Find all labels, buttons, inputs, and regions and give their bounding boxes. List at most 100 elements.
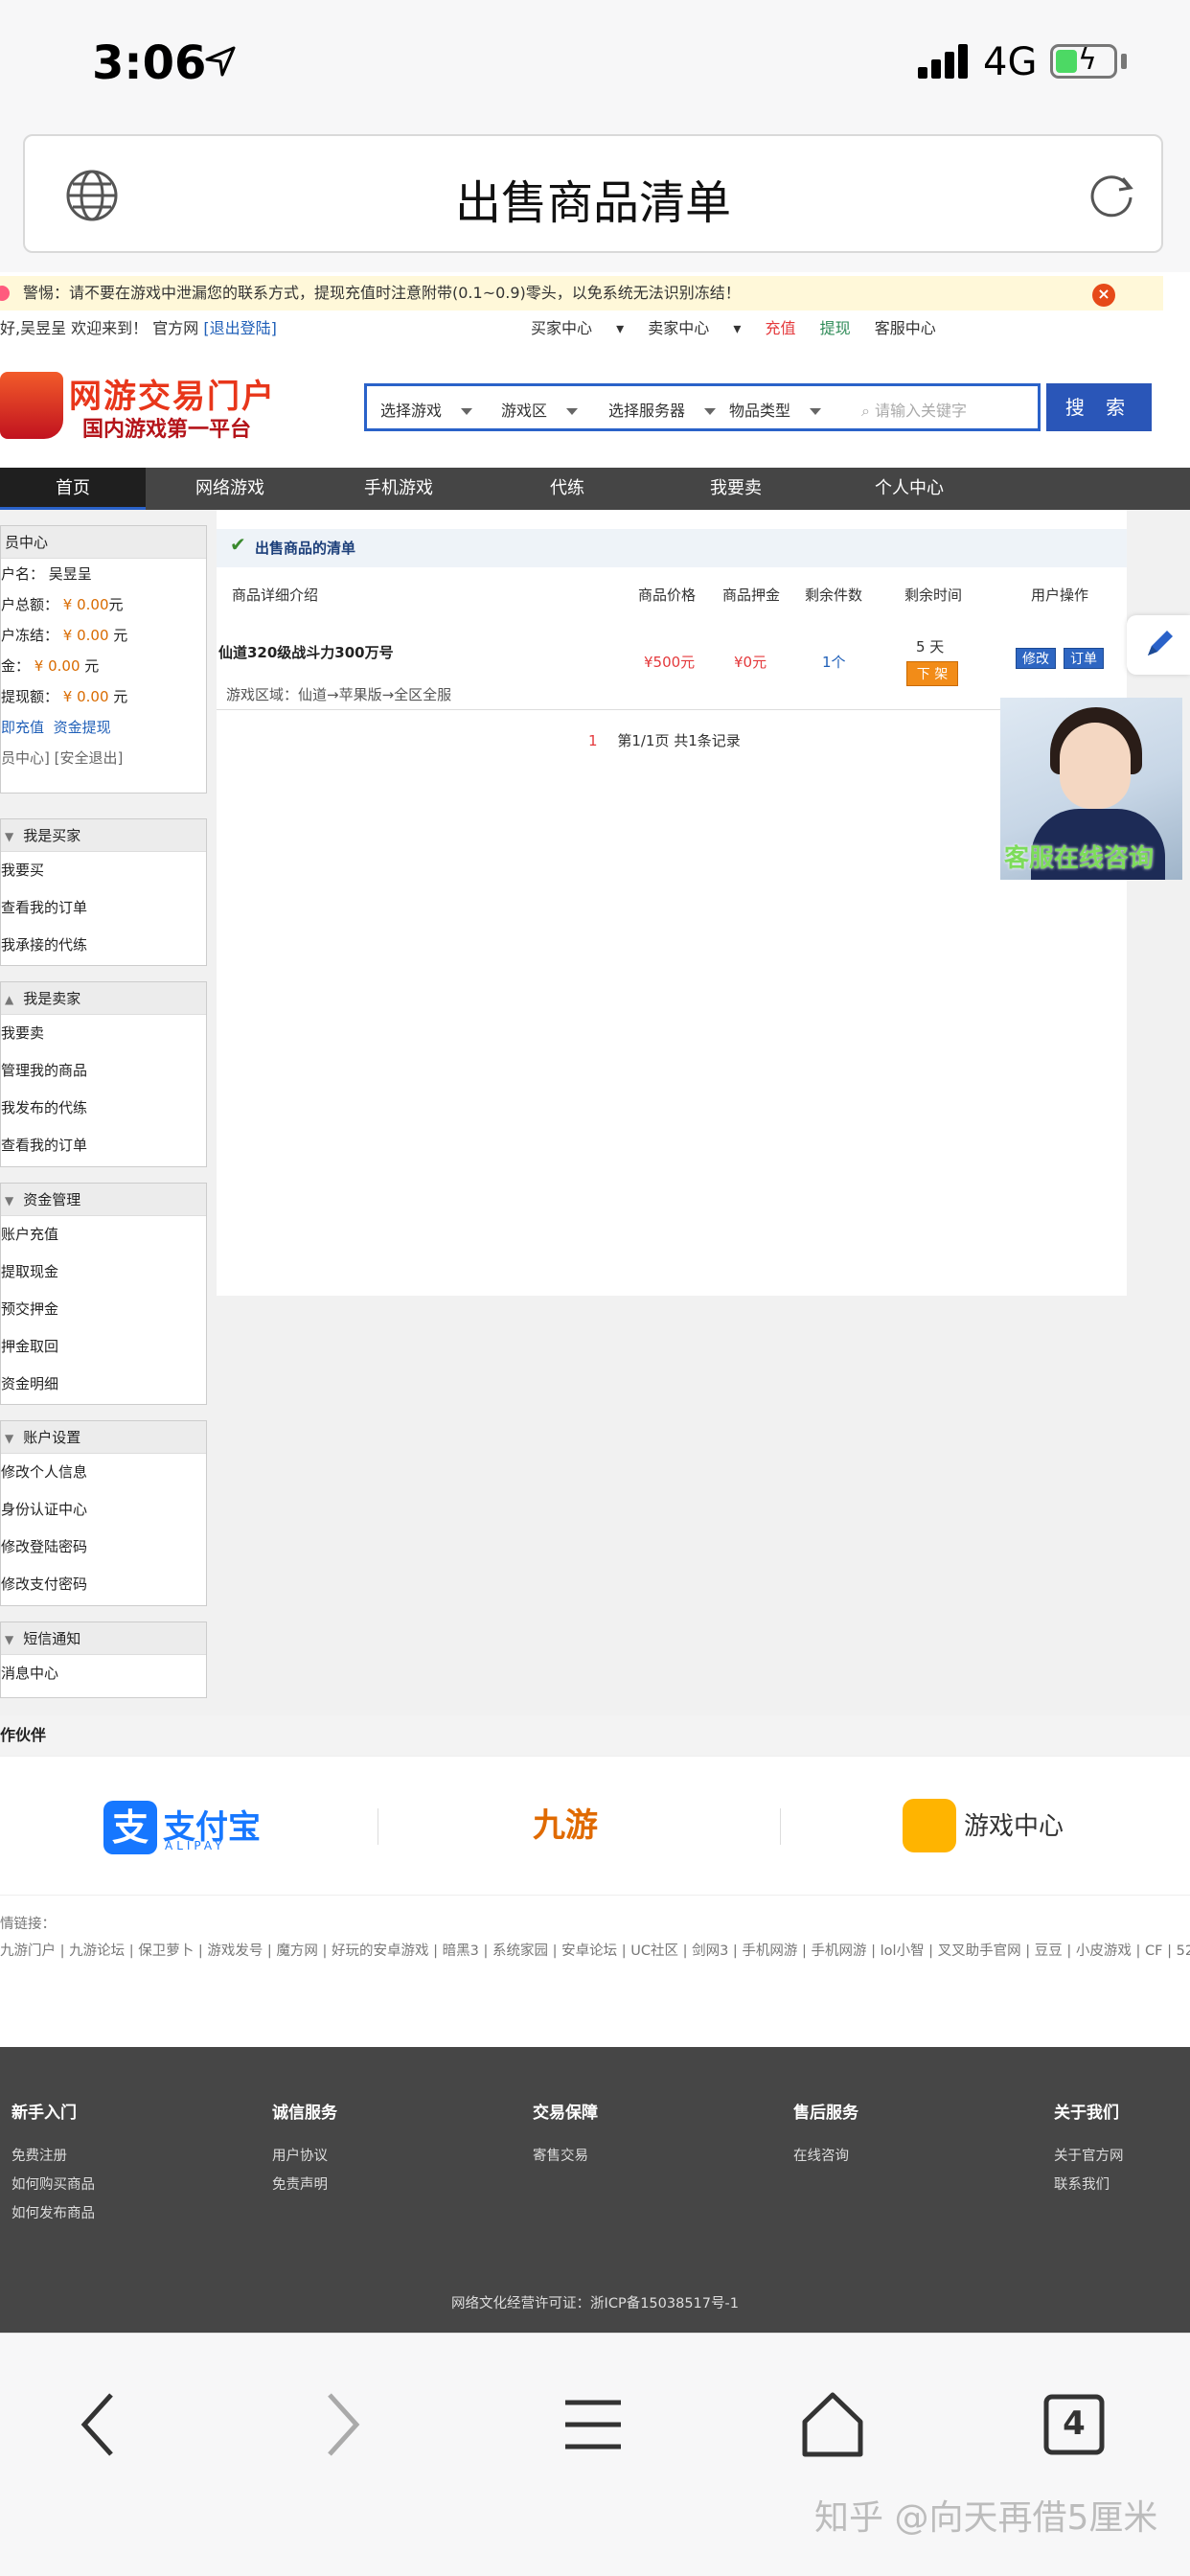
sidebar-item-pay-password[interactable]: 修改支付密码: [1, 1566, 206, 1603]
seller-panel-title[interactable]: ▲ 我是卖家: [1, 982, 206, 1015]
buyer-panel-title[interactable]: ▼ 我是买家: [1, 819, 206, 852]
instant-recharge-link[interactable]: 即充值: [1, 719, 44, 736]
footer-link[interactable]: 用户协议: [272, 2142, 337, 2171]
friend-link[interactable]: 魔方网: [276, 1944, 318, 1959]
footer-link[interactable]: 寄售交易: [533, 2142, 598, 2171]
nav-mobile-games[interactable]: 手机游戏: [314, 468, 483, 510]
friend-link[interactable]: UC社区: [630, 1944, 678, 1959]
sms-panel-title[interactable]: ▼ 短信通知: [1, 1622, 206, 1655]
funds-panel-title[interactable]: ▼ 资金管理: [1, 1184, 206, 1216]
friend-link[interactable]: 手机网游: [742, 1944, 797, 1959]
sidebar-item-message-center[interactable]: 消息中心: [1, 1655, 206, 1692]
member-center-link[interactable]: 员中心]: [1, 749, 50, 767]
nav-online-games[interactable]: 网络游戏: [146, 468, 314, 510]
withdraw-link[interactable]: 提现: [820, 319, 851, 337]
reload-icon[interactable]: [1085, 169, 1138, 222]
friend-link[interactable]: 游戏发号: [207, 1944, 263, 1959]
sidebar-item-withdraw-cash[interactable]: 提取现金: [1, 1254, 206, 1291]
fund-withdraw-link[interactable]: 资金提现: [54, 719, 111, 736]
footer-link[interactable]: 如何发布商品: [11, 2199, 95, 2228]
game-select[interactable]: 选择游戏: [380, 398, 473, 421]
back-icon[interactable]: [56, 2381, 142, 2468]
logout-link[interactable]: [退出登陆]: [203, 319, 277, 337]
site-logo[interactable]: 网游交易门户 国内游戏第一平台: [0, 364, 287, 447]
tabs-button[interactable]: 4: [1031, 2381, 1117, 2468]
friend-link[interactable]: 系统家园: [492, 1944, 548, 1959]
battery-tip: [1121, 54, 1127, 69]
recharge-link[interactable]: 充值: [765, 319, 795, 337]
goods-name[interactable]: 仙道320级战斗力300万号: [218, 642, 394, 662]
friend-link[interactable]: 好玩的安卓游戏: [332, 1944, 429, 1959]
sidebar-item-my-boosting[interactable]: 我承接的代练: [1, 927, 206, 964]
sidebar-item-published-boosting[interactable]: 我发布的代练: [1, 1090, 206, 1127]
sidebar-item-prepay-deposit[interactable]: 预交押金: [1, 1291, 206, 1328]
nav-sell[interactable]: 我要卖: [652, 468, 820, 510]
jiuyou-logo[interactable]: 九游: [533, 1799, 598, 1846]
sidebar-item-seller-orders[interactable]: 查看我的订单: [1, 1127, 206, 1164]
close-icon[interactable]: ×: [1092, 284, 1115, 307]
collapse-icon: ▼: [5, 830, 14, 843]
footer-link[interactable]: 关于官方网: [1054, 2142, 1124, 2171]
sidebar-item-my-orders[interactable]: 查看我的订单: [1, 889, 206, 927]
home-icon[interactable]: [790, 2381, 876, 2468]
nav-home[interactable]: 首页: [0, 468, 146, 510]
sidebar: 员中心 户名： 吴昱呈 户总额： ¥ 0.00元 户冻结： ¥ 0.00 元 金…: [0, 510, 215, 1715]
friend-link[interactable]: 保卫萝卜: [138, 1944, 194, 1959]
sidebar-item-buy[interactable]: 我要买: [1, 852, 206, 889]
safe-logout-link[interactable]: [安全退出]: [55, 749, 124, 767]
link-separator: |: [478, 1944, 492, 1959]
server-select[interactable]: 选择服务器: [608, 398, 717, 421]
friend-link[interactable]: 九游门户: [0, 1944, 56, 1959]
sidebar-item-fund-details[interactable]: 资金明细: [1, 1366, 206, 1403]
customer-service-label: 客服在线咨询: [1004, 844, 1155, 873]
friend-link[interactable]: 剑网3: [692, 1944, 728, 1959]
friend-link[interactable]: 小皮游戏: [1076, 1944, 1132, 1959]
buyer-center-menu[interactable]: 买家中心 ▾: [531, 319, 624, 337]
fund-links-row: 即充值 资金提现: [1, 712, 206, 743]
off-shelf-button[interactable]: 下 架: [906, 661, 958, 686]
footer-link[interactable]: 在线咨询: [793, 2142, 858, 2171]
pencil-icon: [1148, 631, 1173, 656]
sidebar-item-edit-profile[interactable]: 修改个人信息: [1, 1454, 206, 1491]
friend-link[interactable]: 叉叉助手官网: [938, 1944, 1021, 1959]
service-center-link[interactable]: 客服中心: [875, 319, 936, 337]
edit-float-button[interactable]: [1127, 615, 1190, 675]
nav-boosting[interactable]: 代练: [483, 468, 652, 510]
footer-link[interactable]: 免费注册: [11, 2142, 95, 2171]
friend-link[interactable]: 九游论坛: [69, 1944, 125, 1959]
item-type-select[interactable]: 物品类型: [729, 398, 822, 421]
footer-link[interactable]: 免责声明: [272, 2171, 337, 2199]
address-bar[interactable]: 出售商品清单: [23, 134, 1163, 253]
search-button[interactable]: 搜 索: [1046, 383, 1152, 431]
sidebar-item-identity[interactable]: 身份认证中心: [1, 1491, 206, 1529]
withdrawable-row: 提现额： ¥ 0.00 元: [1, 688, 128, 705]
sidebar-item-deposit-retrieve[interactable]: 押金取回: [1, 1328, 206, 1366]
goods-time-left: 5 天: [916, 638, 945, 656]
friend-link[interactable]: lol小智: [881, 1944, 925, 1959]
edit-button[interactable]: 修改: [1016, 648, 1056, 669]
keyword-input[interactable]: ⌕ 请输入关键字: [861, 398, 967, 421]
friend-link[interactable]: 暗黑3: [443, 1944, 479, 1959]
sidebar-item-login-password[interactable]: 修改登陆密码: [1, 1529, 206, 1566]
sidebar-item-sell[interactable]: 我要卖: [1, 1015, 206, 1052]
friend-link[interactable]: CF: [1145, 1944, 1162, 1959]
friend-link[interactable]: 豆豆: [1035, 1944, 1063, 1959]
friend-link[interactable]: 5253手游网: [1177, 1944, 1190, 1959]
order-button[interactable]: 订单: [1064, 648, 1104, 669]
footer-col-about: 关于我们 关于官方网 联系我们: [1054, 2099, 1124, 2199]
account-panel-title[interactable]: ▼ 账户设置: [1, 1421, 206, 1454]
area-select[interactable]: 游戏区: [501, 398, 579, 421]
location-arrow-icon: [205, 46, 236, 77]
menu-icon[interactable]: [550, 2381, 636, 2468]
sidebar-item-account-recharge[interactable]: 账户充值: [1, 1216, 206, 1254]
friend-link[interactable]: 手机网游: [812, 1944, 867, 1959]
seller-center-menu[interactable]: 卖家中心 ▾: [648, 319, 741, 337]
friend-link[interactable]: 安卓论坛: [561, 1944, 617, 1959]
sidebar-item-manage-goods[interactable]: 管理我的商品: [1, 1052, 206, 1090]
customer-service-float[interactable]: 客服在线咨询: [1000, 698, 1182, 880]
forward-icon[interactable]: [299, 2381, 385, 2468]
footer-link[interactable]: 如何购买商品: [11, 2171, 95, 2199]
nav-personal-center[interactable]: 个人中心: [820, 468, 998, 510]
footer-link[interactable]: 联系我们: [1054, 2171, 1124, 2199]
page-current[interactable]: 1: [588, 732, 598, 749]
